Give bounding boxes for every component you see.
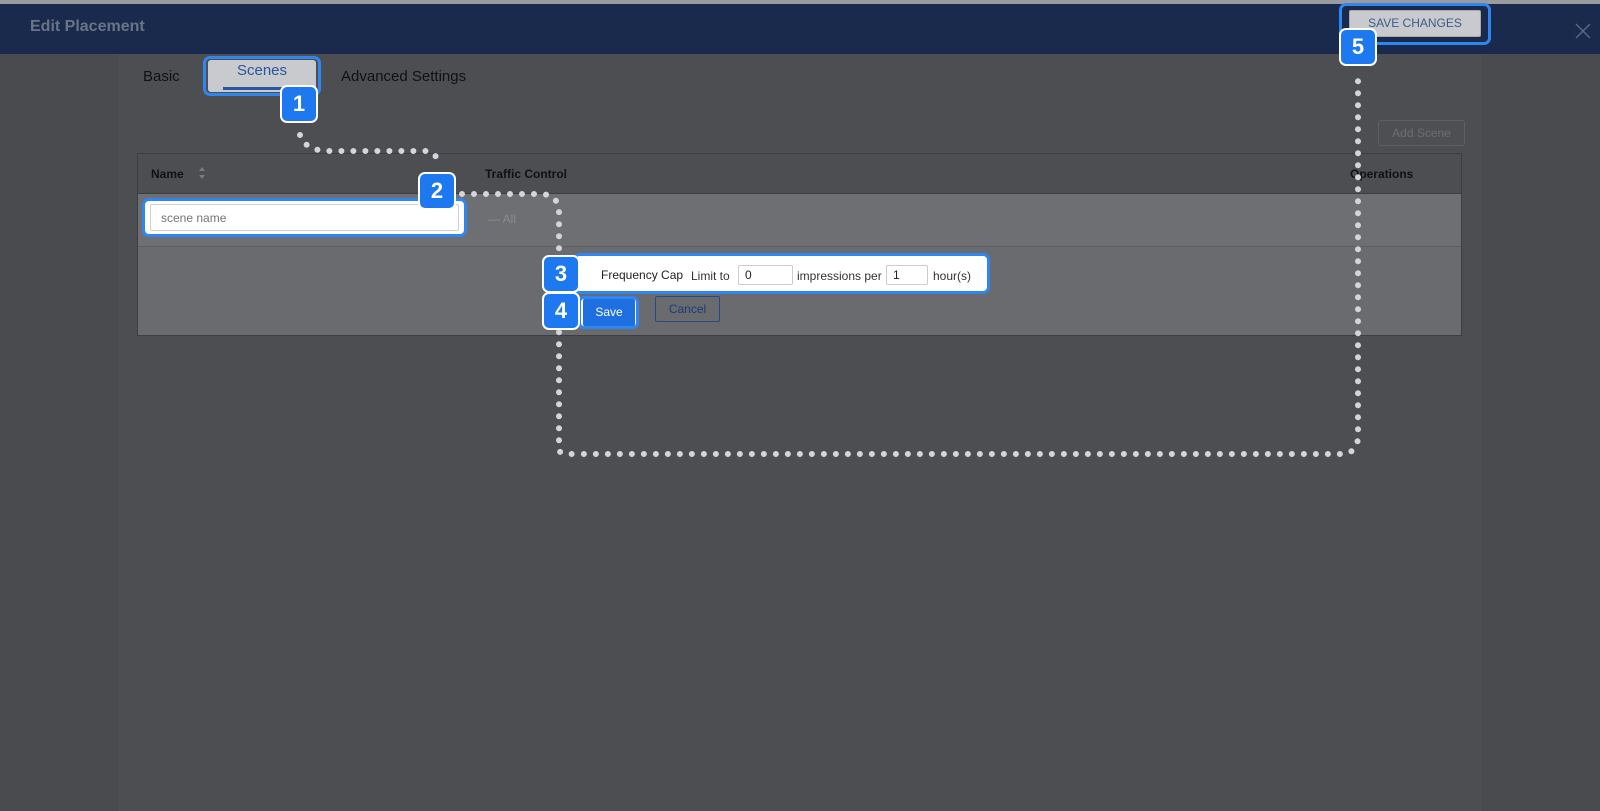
step-badge-4: 4 <box>542 292 580 330</box>
step-badge-5: 5 <box>1339 28 1377 66</box>
close-icon[interactable] <box>1574 22 1592 40</box>
frequency-cap-label: Frequency Cap <box>601 268 684 282</box>
scene-name-input[interactable] <box>150 204 459 231</box>
hours-input[interactable] <box>886 265 928 285</box>
tab-basic[interactable]: Basic <box>143 68 180 85</box>
save-button[interactable]: Save <box>583 299 635 326</box>
column-header-traffic-control: Traffic Control <box>485 167 568 181</box>
step-badge-1: 1 <box>280 85 318 123</box>
scenes-table: Name Traffic Control Operations <box>137 153 1462 336</box>
column-header-name[interactable]: Name <box>151 167 184 181</box>
tab-advanced-settings[interactable]: Advanced Settings <box>341 68 466 85</box>
cancel-button[interactable]: Cancel <box>655 296 720 322</box>
column-header-operations: Operations <box>1350 167 1414 181</box>
step-badge-3: 3 <box>542 255 580 293</box>
dialog-title: Edit Placement <box>30 18 145 35</box>
traffic-control-value: — All <box>488 212 517 226</box>
traffic-control-all: All <box>502 212 517 226</box>
sort-icon[interactable] <box>198 166 206 180</box>
limit-to-label: Limit to <box>691 269 730 283</box>
hours-unit-label: hour(s) <box>933 269 972 283</box>
impressions-per-label: impressions per <box>797 269 882 283</box>
add-scene-button[interactable]: Add Scene <box>1378 120 1465 146</box>
table-header: Name Traffic Control Operations <box>138 154 1461 194</box>
impressions-limit-input[interactable] <box>738 265 793 285</box>
step-badge-2: 2 <box>418 172 456 210</box>
